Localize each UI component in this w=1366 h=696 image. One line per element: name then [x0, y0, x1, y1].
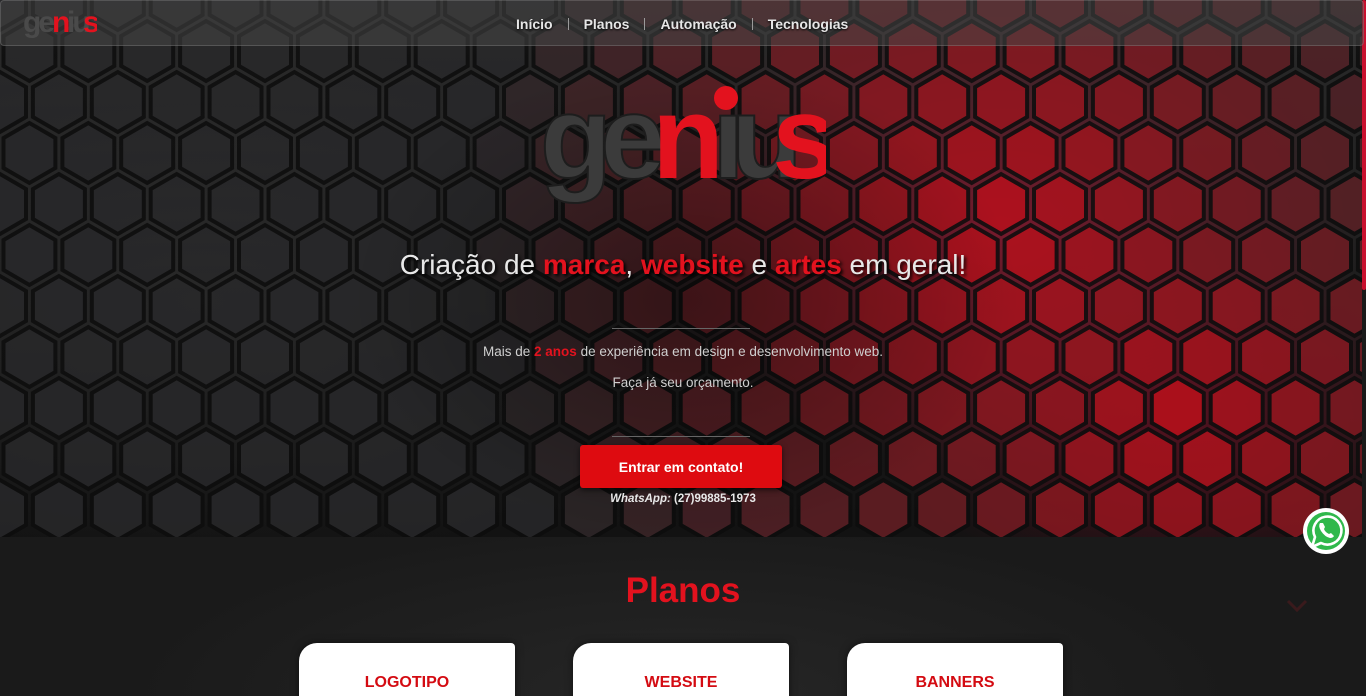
plan-card-title: WEBSITE	[644, 674, 718, 691]
contact-button[interactable]: Entrar em contato!	[580, 445, 782, 488]
hero-divider-top	[612, 328, 750, 329]
hero-genius-logo: ge n iu s	[540, 80, 826, 205]
plan-card-banners[interactable]: BANNERS	[847, 643, 1063, 696]
whatsapp-number[interactable]: (27)99885-1973	[674, 493, 756, 505]
plan-card-title: BANNERS	[915, 674, 995, 691]
plan-card-logotipo[interactable]: LOGOTIPO	[299, 643, 515, 696]
hero-section: ge n iu s Criação de marca, website e ar…	[0, 0, 1366, 537]
nav-genius-logo[interactable]: ge n iu s	[23, 5, 97, 39]
top-navbar: ge n iu s Início Planos Automação Tecnol…	[0, 0, 1364, 46]
hero-experience-text: Mais de 2 anos de experiência em design …	[483, 344, 883, 359]
svg-text:ge: ge	[540, 80, 662, 204]
svg-text:ge: ge	[23, 6, 54, 39]
nav-link-automacao[interactable]: Automação	[645, 16, 751, 32]
nav-link-planos[interactable]: Planos	[569, 16, 645, 32]
svg-text:s: s	[83, 6, 97, 39]
nav-link-inicio[interactable]: Início	[501, 16, 568, 32]
nav-link-tecnologias[interactable]: Tecnologias	[753, 16, 864, 32]
plan-card-website[interactable]: WEBSITE	[573, 643, 789, 696]
hero-quote-text: Faça já seu orçamento.	[612, 375, 754, 390]
whatsapp-line: WhatsApp: (27)99885-1973	[610, 493, 756, 505]
nav-links: Início Planos Automação Tecnologias	[501, 1, 863, 47]
svg-text:n: n	[652, 80, 717, 204]
chevron-down-icon[interactable]	[1286, 599, 1308, 613]
svg-text:s: s	[772, 80, 826, 204]
whatsapp-icon[interactable]	[1301, 506, 1351, 556]
plans-title: Planos	[625, 571, 741, 610]
plans-section: Planos LOGOTIPO WEBSITE BANNERS	[0, 537, 1366, 696]
hero-divider-bottom	[612, 436, 750, 437]
hero-headline: Criação de marca, website e artes em ger…	[399, 249, 967, 280]
plan-card-title: LOGOTIPO	[364, 674, 450, 691]
